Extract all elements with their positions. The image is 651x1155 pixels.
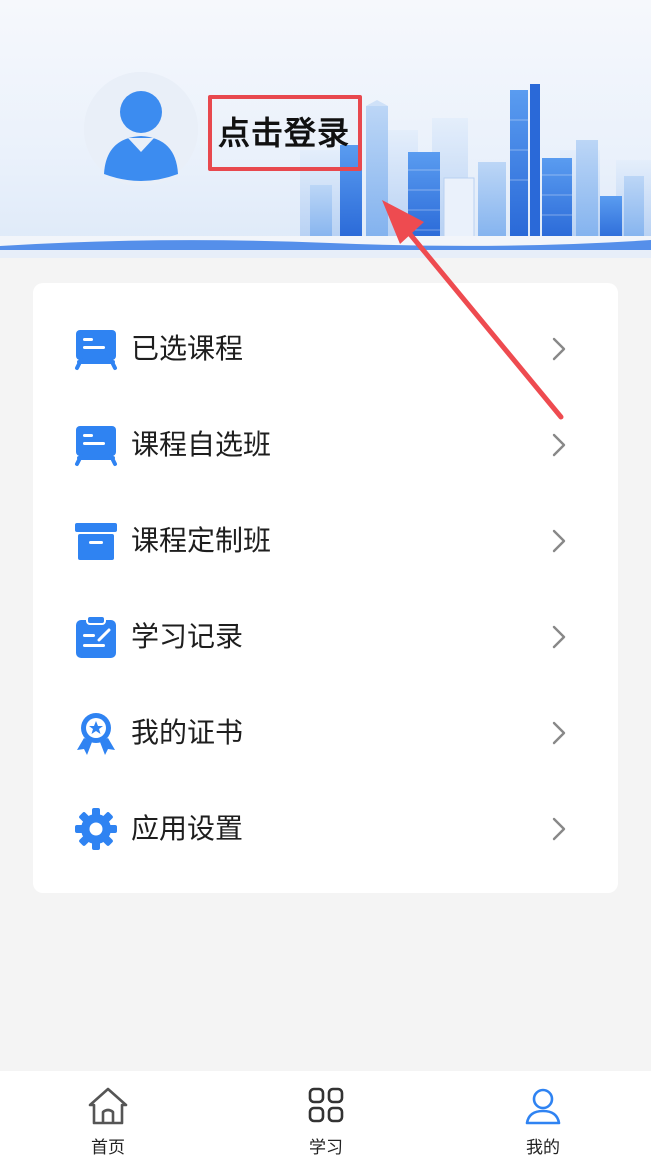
tab-label: 学习 xyxy=(309,1138,343,1155)
chevron-right-icon xyxy=(547,623,571,651)
menu-item-study-records[interactable]: 学习记录 xyxy=(33,589,618,685)
home-icon xyxy=(86,1085,130,1127)
menu-item-custom-class[interactable]: 课程定制班 xyxy=(33,493,618,589)
grid-icon xyxy=(304,1085,348,1127)
menu-item-label: 应用设置 xyxy=(131,812,244,845)
menu-item-my-certificates[interactable]: 我的证书 xyxy=(33,685,618,781)
chevron-right-icon xyxy=(547,719,571,747)
course-board-icon xyxy=(73,422,119,468)
profile-header: 点击登录 xyxy=(0,0,651,258)
menu-item-label: 课程定制班 xyxy=(131,524,272,557)
award-badge-icon xyxy=(73,710,119,756)
gear-icon xyxy=(73,806,119,852)
avatar[interactable] xyxy=(84,72,198,186)
user-avatar-icon xyxy=(84,72,198,186)
menu-item-app-settings[interactable]: 应用设置 xyxy=(33,781,618,877)
menu-item-label: 已选课程 xyxy=(131,332,244,365)
user-icon xyxy=(521,1085,565,1127)
menu-item-label: 课程自选班 xyxy=(131,428,272,461)
menu-item-label: 学习记录 xyxy=(131,620,244,653)
login-link[interactable]: 点击登录 xyxy=(218,108,350,154)
tab-label: 我的 xyxy=(526,1138,560,1155)
tab-study[interactable]: 学习 xyxy=(266,1071,386,1155)
tab-home[interactable]: 首页 xyxy=(48,1071,168,1155)
menu-item-label: 我的证书 xyxy=(131,716,244,749)
menu-card: 已选课程 课程自选班 课程定制班 学习记录 我的证书 应用设置 xyxy=(33,283,618,893)
course-board-icon xyxy=(73,326,119,372)
clipboard-edit-icon xyxy=(73,614,119,660)
chevron-right-icon xyxy=(547,431,571,459)
archive-box-icon xyxy=(73,518,119,564)
chevron-right-icon xyxy=(547,815,571,843)
bottom-tab-bar: 首页 学习 我的 xyxy=(0,1071,651,1155)
menu-item-selected-courses[interactable]: 已选课程 xyxy=(33,301,618,397)
tab-label: 首页 xyxy=(91,1138,125,1155)
tab-mine[interactable]: 我的 xyxy=(483,1071,603,1155)
chevron-right-icon xyxy=(547,527,571,555)
menu-item-course-elective-class[interactable]: 课程自选班 xyxy=(33,397,618,493)
chevron-right-icon xyxy=(547,335,571,363)
